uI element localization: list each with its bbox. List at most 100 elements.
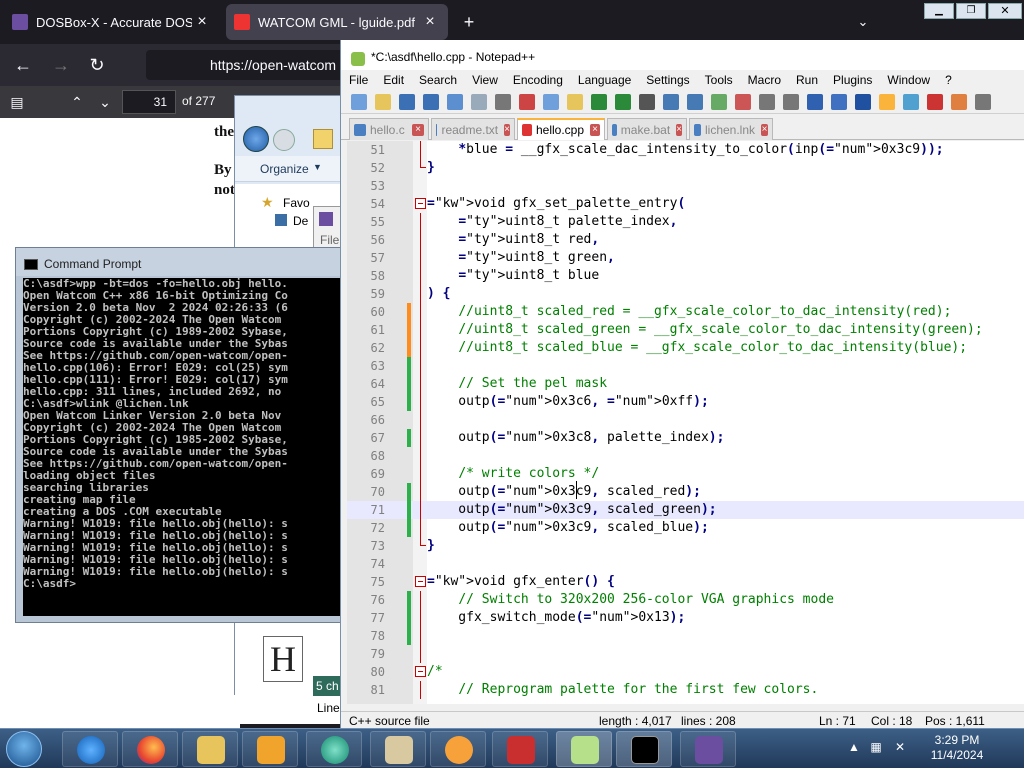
- menu-item-window[interactable]: Window: [879, 73, 937, 87]
- organize-button[interactable]: Organize: [260, 162, 309, 176]
- paste-icon[interactable]: [567, 94, 583, 110]
- replace-icon[interactable]: [663, 94, 679, 110]
- menu-item-settings[interactable]: Settings: [638, 73, 696, 87]
- show-all-chars-icon[interactable]: [783, 94, 799, 110]
- taskbar-explorer[interactable]: [182, 731, 238, 767]
- menu-item-file[interactable]: File: [341, 73, 375, 87]
- taskbar-internet-explorer[interactable]: [62, 731, 118, 767]
- media-player-icon: [257, 736, 285, 764]
- menu-item-tools[interactable]: Tools: [697, 73, 740, 87]
- taskbar-paint[interactable]: [370, 731, 426, 767]
- forward-arrow-icon[interactable]: →: [48, 52, 74, 78]
- play-macro-icon[interactable]: [975, 94, 991, 110]
- menu-item-search[interactable]: Search: [411, 73, 464, 87]
- close-tab-icon[interactable]: ×: [420, 13, 440, 31]
- save-all-icon[interactable]: [423, 94, 439, 110]
- doc-tab[interactable]: hello.cpp ×: [517, 118, 605, 140]
- doc-tab[interactable]: hello.c ×: [349, 118, 429, 140]
- command-prompt-window[interactable]: Command Prompt C:\asdf>wpp -bt=dos -fo=h…: [15, 247, 356, 623]
- close-tab-icon[interactable]: ×: [504, 123, 510, 136]
- taskbar-notepad-plus-plus[interactable]: [556, 731, 612, 767]
- back-arrow-icon[interactable]: [243, 126, 269, 152]
- stop-macro-icon[interactable]: [951, 94, 967, 110]
- document-map-icon[interactable]: [831, 94, 847, 110]
- previous-page-icon[interactable]: ⌃: [64, 89, 90, 115]
- network-icon[interactable]: ▦: [868, 740, 884, 756]
- code-editor[interactable]: 51 *blue = __gfx_scale_dac_intensity_to_…: [347, 141, 1024, 704]
- undo-icon[interactable]: [591, 94, 607, 110]
- redo-icon[interactable]: [615, 94, 631, 110]
- find-icon[interactable]: [639, 94, 655, 110]
- copy-icon[interactable]: [543, 94, 559, 110]
- doc-tab[interactable]: lichen.lnk ×: [689, 118, 773, 140]
- menu-item-view[interactable]: View: [464, 73, 505, 87]
- close-tab-icon[interactable]: ×: [676, 123, 682, 136]
- zoom-out-icon[interactable]: [711, 94, 727, 110]
- favorites-item[interactable]: Favo: [283, 196, 310, 210]
- desktop-item[interactable]: De: [293, 214, 308, 228]
- menu-item-macro[interactable]: Macro: [740, 73, 788, 87]
- cmd-output[interactable]: C:\asdf>wpp -bt=dos -fo=hello.obj hello.…: [23, 278, 356, 616]
- page-number-input[interactable]: 31: [122, 90, 176, 114]
- menu-item-[interactable]: ?: [937, 73, 959, 87]
- doc-tab[interactable]: make.bat ×: [607, 118, 687, 140]
- taskbar-media-player[interactable]: [242, 731, 298, 767]
- start-button[interactable]: [6, 731, 42, 767]
- toolbar: [341, 90, 1024, 114]
- close-tab-icon[interactable]: ×: [761, 123, 768, 136]
- taskbar-app[interactable]: [306, 731, 362, 767]
- menu-item-language[interactable]: Language: [570, 73, 638, 87]
- file-menu[interactable]: File: [320, 233, 339, 247]
- line-number: 72: [370, 521, 385, 535]
- fold-toggle-icon[interactable]: [415, 666, 426, 677]
- fold-toggle-icon[interactable]: [415, 198, 426, 209]
- menu-item-edit[interactable]: Edit: [375, 73, 411, 87]
- sidebar-toggle-icon[interactable]: ▤: [4, 89, 30, 115]
- record-macro-icon[interactable]: [927, 94, 943, 110]
- chevron-down-icon[interactable]: ▼: [313, 162, 322, 172]
- show-hidden-icons[interactable]: ▲: [846, 740, 862, 756]
- doc-tab[interactable]: readme.txt ×: [431, 118, 515, 140]
- minimize-icon[interactable]: ▁: [924, 3, 954, 19]
- browser-tab-watcom[interactable]: WATCOM GML - lguide.pdf ×: [226, 4, 448, 40]
- next-page-icon[interactable]: ⌄: [92, 89, 118, 115]
- folder-workspace-icon[interactable]: [879, 94, 895, 110]
- reload-icon[interactable]: ↻: [84, 52, 110, 78]
- menu-item-encoding[interactable]: Encoding: [505, 73, 570, 87]
- taskbar-command-prompt[interactable]: [616, 731, 672, 767]
- new-file-icon[interactable]: [351, 94, 367, 110]
- close-window-icon[interactable]: ✕: [988, 3, 1022, 19]
- new-tab-button[interactable]: +: [456, 9, 482, 35]
- indent-guide-icon[interactable]: [807, 94, 823, 110]
- word-wrap-icon[interactable]: [759, 94, 775, 110]
- menu-item-run[interactable]: Run: [788, 73, 825, 87]
- save-icon[interactable]: [399, 94, 415, 110]
- forward-arrow-icon[interactable]: [273, 129, 295, 151]
- menu-item-plugins[interactable]: Plugins: [825, 73, 879, 87]
- monitoring-icon[interactable]: [903, 94, 919, 110]
- open-file-icon[interactable]: [375, 94, 391, 110]
- taskbar-dosbox[interactable]: [680, 731, 736, 767]
- zoom-in-icon[interactable]: [687, 94, 703, 110]
- restore-icon[interactable]: ❐: [956, 3, 986, 19]
- close-icon[interactable]: [447, 94, 463, 110]
- function-list-icon[interactable]: [855, 94, 871, 110]
- sync-scroll-icon[interactable]: [735, 94, 751, 110]
- fold-toggle-icon[interactable]: [415, 576, 426, 587]
- document-icon[interactable]: H: [263, 636, 303, 682]
- print-icon[interactable]: [495, 94, 511, 110]
- close-tab-icon[interactable]: ×: [590, 124, 600, 136]
- close-all-icon[interactable]: [471, 94, 487, 110]
- close-tab-icon[interactable]: ×: [412, 123, 424, 136]
- tab-list-chevron-icon[interactable]: ⌄: [850, 9, 876, 35]
- taskbar-firefox[interactable]: [122, 731, 178, 767]
- browser-tab-dosbox[interactable]: DOSBox-X - Accurate DOS emu ×: [4, 4, 220, 40]
- taskbar-scratch[interactable]: [430, 731, 486, 767]
- cut-icon[interactable]: [519, 94, 535, 110]
- taskbar-clock[interactable]: 3:29 PM 11/4/2024: [922, 733, 992, 763]
- url-bar[interactable]: https://open-watcom: [146, 50, 346, 80]
- volume-muted-icon[interactable]: ✕: [892, 740, 908, 756]
- back-arrow-icon[interactable]: ←: [10, 52, 36, 78]
- close-tab-icon[interactable]: ×: [192, 13, 212, 31]
- taskbar-app-2[interactable]: [492, 731, 548, 767]
